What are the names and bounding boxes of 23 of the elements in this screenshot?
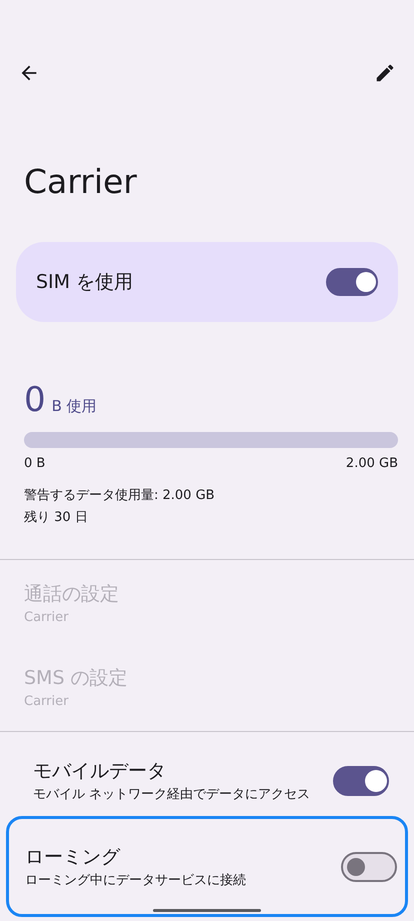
max-label: 2.00 GB [346, 456, 398, 471]
min-label: 0 B [24, 456, 46, 471]
toggle-row[interactable]: ローミング ローミング中にデータサービスに接続 [6, 816, 408, 917]
sim-card[interactable]: SIM を使用 [16, 242, 398, 322]
item-subtitle: Carrier [24, 693, 70, 711]
sim-label: SIM を使用 [36, 270, 134, 295]
pencil-icon[interactable] [374, 62, 396, 84]
item-title: 通話の設定 [24, 582, 120, 607]
toggle-title: ローミング [25, 844, 122, 870]
remaining-text: 残り 30 日 [24, 509, 89, 527]
warning-text: 警告するデータ使用量: 2.00 GB [24, 487, 216, 505]
toggle-subtitle: モバイル ネットワーク経由でデータにアクセス [33, 786, 310, 804]
usage-unit: B 使用 [52, 397, 97, 416]
page-title: Carrier [23, 161, 138, 203]
toggle-switch[interactable] [341, 852, 397, 882]
usage-amount: 0 [24, 380, 46, 420]
toggle-row[interactable]: モバイルデータ モバイル ネットワーク経由でデータにアクセス [6, 746, 408, 816]
toggle-switch[interactable] [333, 766, 389, 796]
toggle-switch[interactable] [326, 268, 378, 296]
item-subtitle: Carrier [24, 609, 70, 627]
item-title: SMS の設定 [24, 666, 129, 691]
toggle-subtitle: ローミング中にデータサービスに接続 [25, 872, 246, 890]
toggle-title: モバイルデータ [33, 759, 167, 784]
